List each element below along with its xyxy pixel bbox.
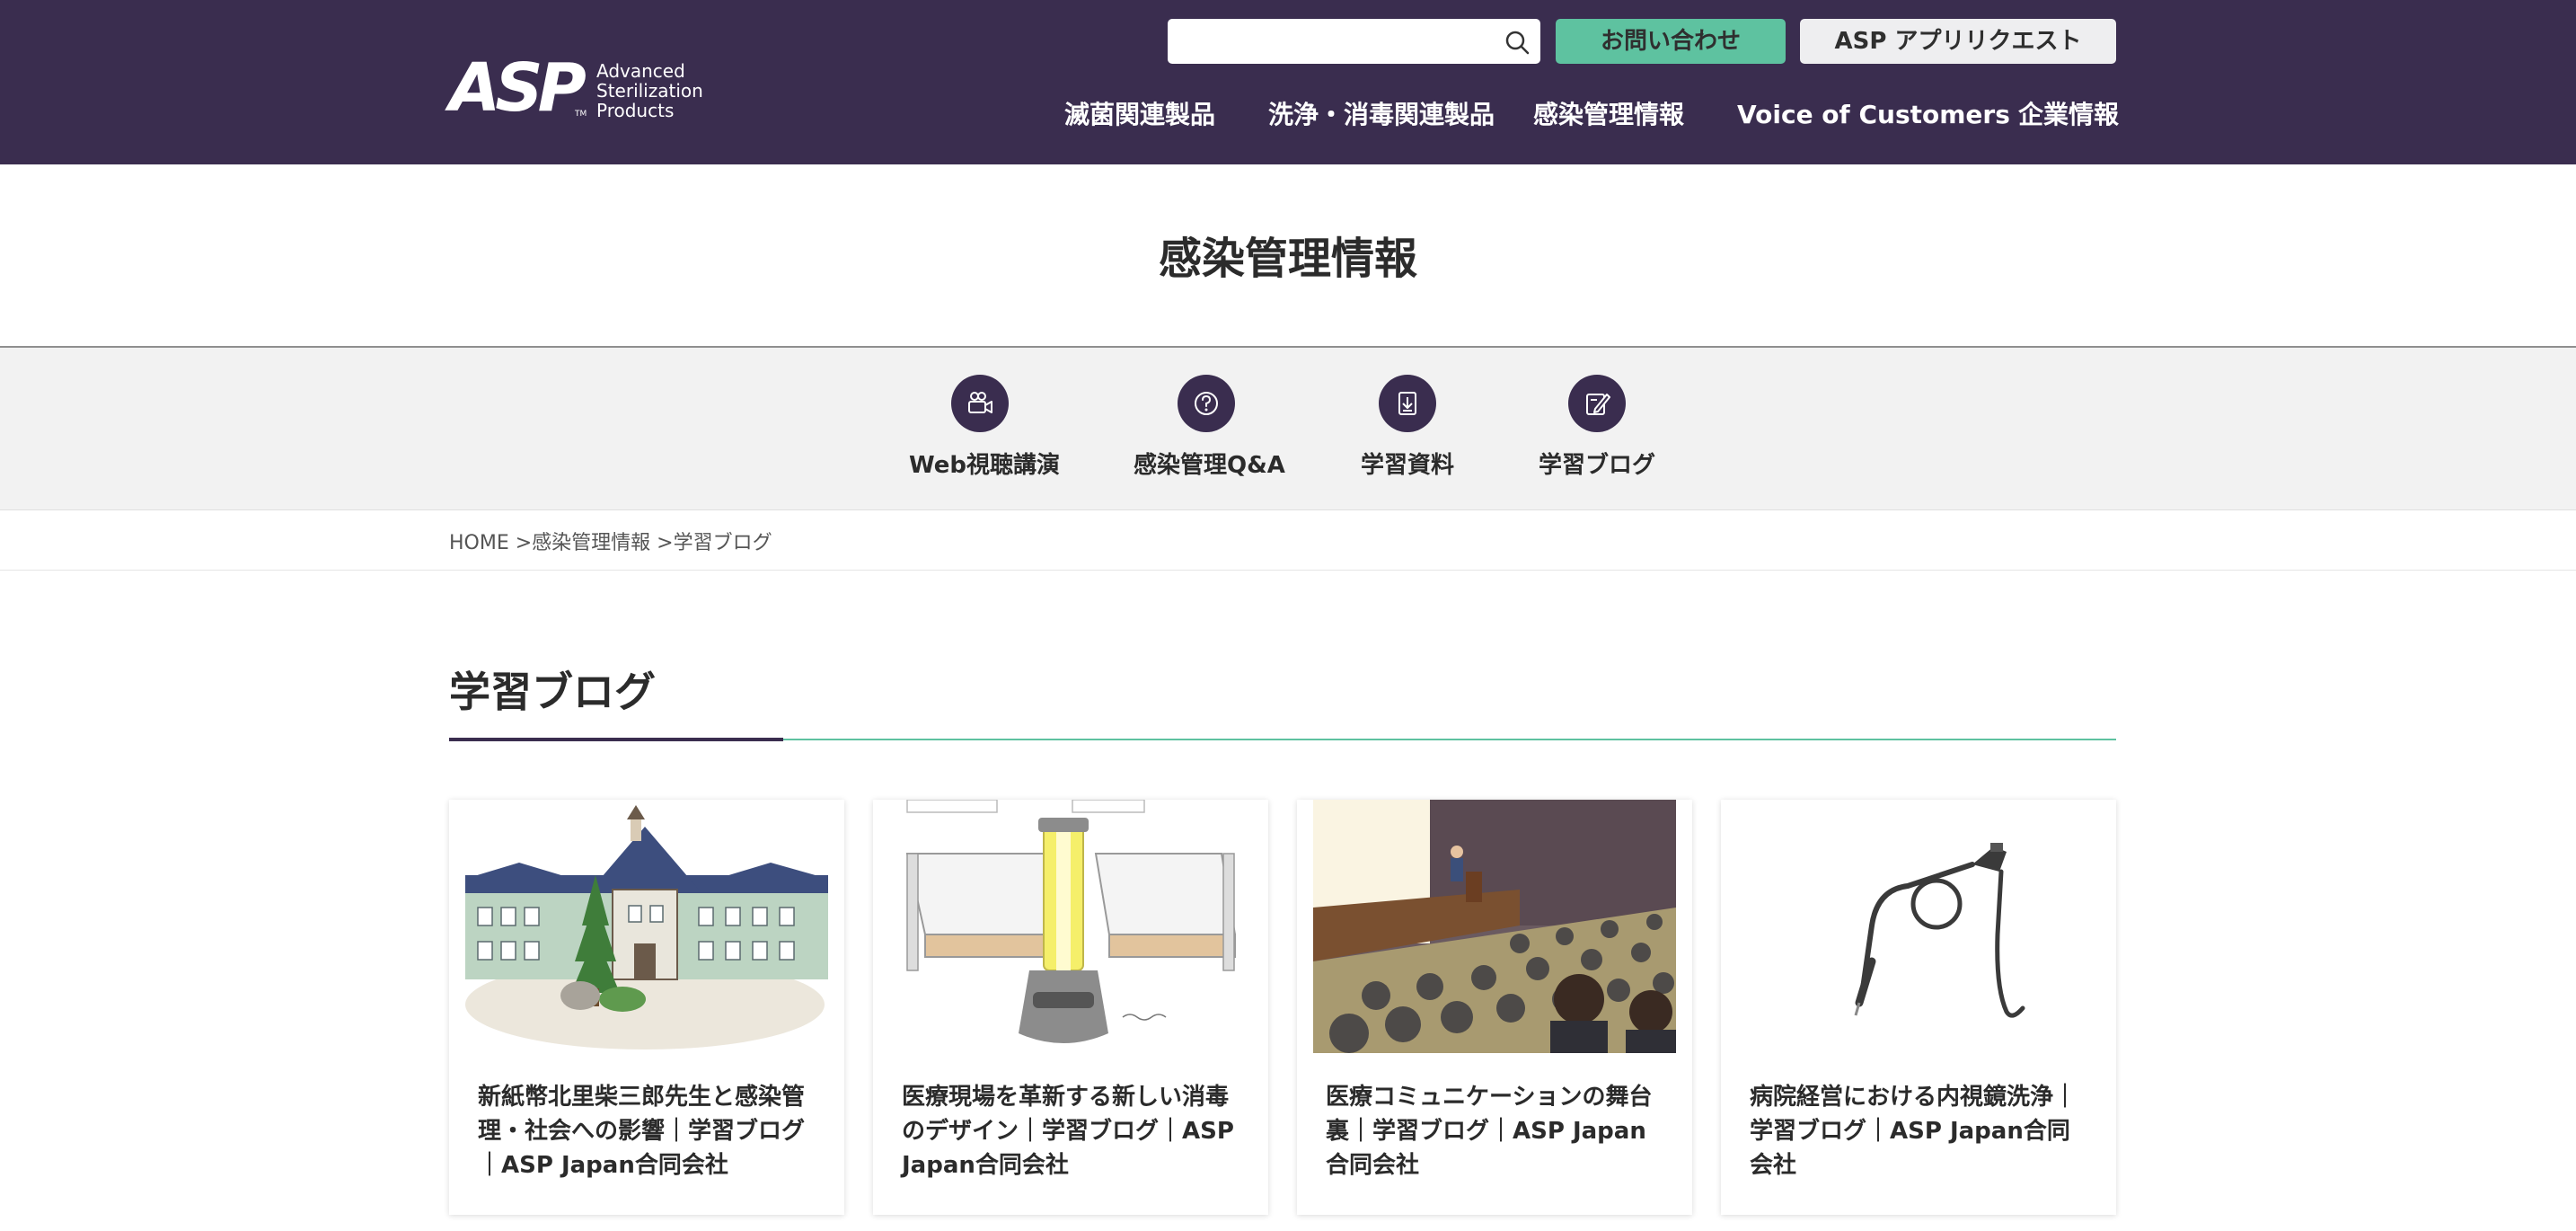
subnav-label: Web視聴講演: [909, 452, 1060, 479]
logo-line-3: Products: [596, 100, 675, 121]
breadcrumb[interactable]: HOME >感染管理情報 >学習ブログ: [449, 527, 772, 555]
asp-logo[interactable]: ASP TM Advanced Sterilization Products: [449, 52, 710, 124]
blog-pen-icon: [1568, 375, 1626, 432]
subnav-label: 感染管理Q&A: [1134, 452, 1285, 479]
blog-card[interactable]: 医療コミュニケーションの舞台裏｜学習ブログ｜ASP Japan合同会社: [1297, 800, 1692, 1215]
download-document-icon: [1379, 375, 1436, 432]
logo-line-1: Advanced: [596, 60, 685, 82]
subnav-label: 学習資料: [1360, 452, 1454, 479]
blog-card[interactable]: 医療現場を革新する新しい消毒のデザイン｜学習ブログ｜ASP Japan合同会社: [873, 800, 1268, 1215]
search-box: [1168, 19, 1540, 64]
search-icon[interactable]: [1503, 28, 1531, 57]
subnav-learning-blog[interactable]: 学習ブログ: [1538, 375, 1656, 492]
blog-card-title[interactable]: 医療現場を革新する新しい消毒のデザイン｜学習ブログ｜ASP Japan合同会社: [902, 1080, 1243, 1182]
logo-trademark: TM: [575, 110, 587, 119]
logo-line-2: Sterilization: [596, 80, 703, 102]
site-header: ASP TM Advanced Sterilization Products お…: [0, 0, 2576, 164]
blog-card-title[interactable]: 新紙幣北里柴三郎先生と感染管理・社会への影響｜学習ブログ｜ASP Japan合同…: [478, 1080, 819, 1182]
logo-text: Advanced Sterilization Products: [596, 61, 703, 120]
blog-card[interactable]: 新紙幣北里柴三郎先生と感染管理・社会への影響｜学習ブログ｜ASP Japan合同…: [449, 800, 844, 1215]
video-lecture-icon: [951, 375, 1009, 432]
hospital-building-illustration: [465, 800, 828, 1053]
nav-company-info[interactable]: 企業情報: [2018, 95, 2119, 135]
subnav-learning-materials[interactable]: 学習資料: [1358, 375, 1457, 492]
breadcrumb-bar: HOME >感染管理情報 >学習ブログ: [0, 510, 2576, 571]
blog-card[interactable]: 病院経営における内視鏡洗浄｜学習ブログ｜ASP Japan合同会社: [1721, 800, 2116, 1215]
subnav-web-lecture[interactable]: Web視聴講演: [909, 375, 1060, 492]
section-title-underline-green: [783, 739, 2116, 740]
app-request-button[interactable]: ASP アプリリクエスト: [1800, 19, 2116, 64]
blog-card-title[interactable]: 医療コミュニケーションの舞台裏｜学習ブログ｜ASP Japan合同会社: [1326, 1080, 1667, 1182]
lecture-hall-illustration: [1313, 800, 1676, 1053]
section-title-underline-dark: [449, 738, 783, 741]
search-input[interactable]: [1168, 19, 1491, 64]
page-title-section: 感染管理情報: [0, 164, 2576, 348]
subnav-label: 学習ブログ: [1538, 452, 1655, 479]
logo-mark: ASP: [449, 49, 587, 127]
disinfection-robot-illustration: [889, 800, 1252, 1053]
nav-sterilization-products[interactable]: 滅菌関連製品: [1064, 95, 1215, 135]
nav-voice-of-customers[interactable]: Voice of Customers: [1737, 95, 2010, 135]
blog-card-title[interactable]: 病院経営における内視鏡洗浄｜学習ブログ｜ASP Japan合同会社: [1750, 1080, 2091, 1182]
question-icon: [1178, 375, 1235, 432]
contact-button[interactable]: お問い合わせ: [1556, 19, 1786, 64]
endoscope-illustration: [1737, 800, 2100, 1053]
subnav-infection-qa[interactable]: 感染管理Q&A: [1134, 375, 1285, 492]
page-title: 感染管理情報: [1158, 234, 1417, 284]
category-subnav: Web視聴講演 感染管理Q&A 学習資料 学習ブログ: [0, 348, 2576, 510]
nav-cleaning-disinfection-products[interactable]: 洗浄・消毒関連製品: [1268, 95, 1495, 135]
nav-infection-control-info[interactable]: 感染管理情報: [1533, 95, 1684, 135]
section-title: 学習ブログ: [449, 668, 656, 716]
